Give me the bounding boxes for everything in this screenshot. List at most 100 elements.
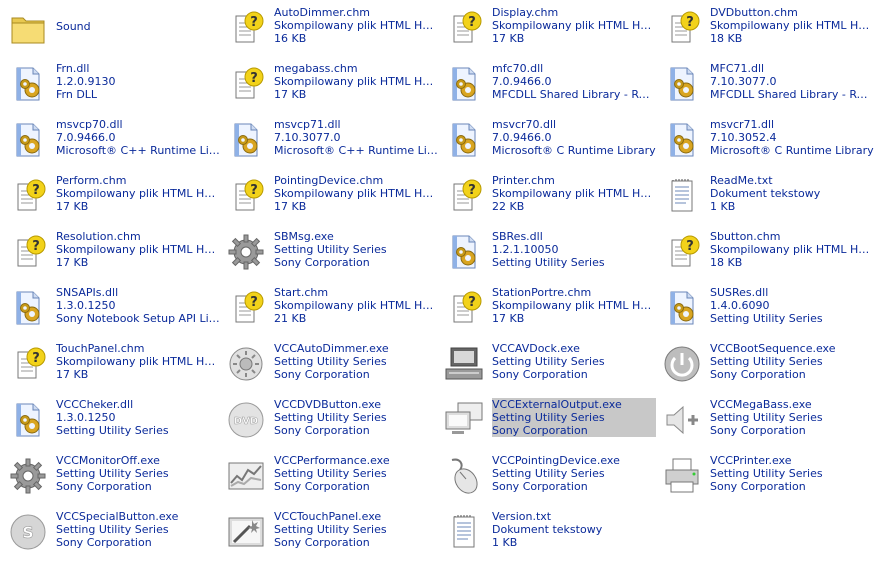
file-label: VCCAVDock.exe Setting Utility Series Sony … [492,342,656,381]
file-type: Skompilowany plik HTML Help [274,19,438,32]
svg-text:?: ? [250,183,258,198]
file-name: SNSAPIs.dll [56,286,119,299]
file-name: VCCDVDButton.exe [274,398,382,411]
file-item[interactable]: Frn.dll 1.2.0.9130 Frn DLL [4,56,220,112]
file-item[interactable]: S VCCSpecialButton.exe Setting Utility Se… [4,504,220,560]
file-name: PointingDevice.chm [274,174,384,187]
chm-help-icon: ? [226,8,266,48]
svg-text:?: ? [250,295,258,310]
svg-text:S: S [22,523,34,542]
file-name: Sbutton.chm [710,230,781,243]
file-label: VCCExternalOutput.exe Setting Utility Ser… [492,398,656,437]
file-type: Skompilowany plik HTML Help [274,299,438,312]
file-name: VCCCheker.dll [56,398,134,411]
chm-help-icon: ? [226,176,266,216]
file-item[interactable]: VCCPerformance.exe Setting Utility Series… [222,448,438,504]
dvd-icon: DVD [226,400,266,440]
file-item[interactable]: SBMsg.exe Setting Utility Series Sony Corp… [222,224,438,280]
file-item[interactable]: ? StationPortre.chm Skompilowany plik HTM… [440,280,656,336]
svg-text:?: ? [250,71,258,86]
file-name: AutoDimmer.chm [274,6,371,19]
file-detail: 18 KB [710,32,743,45]
file-label: VCCSpecialButton.exe Setting Utility Seri… [56,510,220,549]
file-name: SBRes.dll [492,230,543,243]
file-item[interactable]: ? Sbutton.chm Skompilowany plik HTML Help… [658,224,874,280]
svg-text:?: ? [468,15,476,30]
file-item[interactable]: VCCCheker.dll 1.3.0.1250 Setting Utility S… [4,392,220,448]
file-name: VCCAutoDimmer.exe [274,342,389,355]
file-name: msvcp70.dll [56,118,123,131]
file-label: msvcp70.dll 7.0.9466.0 Microsoft® C++ Runt… [56,118,220,157]
file-item[interactable]: msvcp70.dll 7.0.9466.0 Microsoft® C++ Runt… [4,112,220,168]
file-label: VCCCheker.dll 1.3.0.1250 Setting Utility S… [56,398,220,437]
monitor-dock-icon [444,344,484,384]
file-item[interactable]: VCCAVDock.exe Setting Utility Series Sony … [440,336,656,392]
file-type: Skompilowany plik HTML Help [274,75,438,88]
file-detail: 17 KB [56,368,89,381]
file-item[interactable]: VCCPointingDevice.exe Setting Utility Ser… [440,448,656,504]
chm-help-icon: ? [662,232,702,272]
dll-icon [8,120,48,160]
file-item[interactable]: VCCExternalOutput.exe Setting Utility Ser… [440,392,656,448]
file-item[interactable]: DVD VCCDVDButton.exe Setting Utility Seri… [222,392,438,448]
file-label: VCCMegaBass.exe Setting Utility Series Son… [710,398,874,437]
svg-text:?: ? [686,15,694,30]
file-item[interactable]: ? Perform.chm Skompilowany plik HTML Help… [4,168,220,224]
printer-icon [662,456,702,496]
file-item[interactable]: Version.txt Dokument tekstowy 1 KB [440,504,656,560]
file-detail: Frn DLL [56,88,98,101]
file-item[interactable]: VCCAutoDimmer.exe Setting Utility Series S… [222,336,438,392]
file-label: Version.txt Dokument tekstowy 1 KB [492,510,656,549]
file-item[interactable]: VCCBootSequence.exe Setting Utility Serie… [658,336,874,392]
file-item[interactable]: ? DVDbutton.chm Skompilowany plik HTML He… [658,0,874,56]
file-item[interactable]: mfc70.dll 7.0.9466.0 MFCDLL Shared Library… [440,56,656,112]
gear-icon [8,456,48,496]
file-label: msvcr70.dll 7.0.9466.0 Microsoft® C Runtim… [492,118,656,157]
file-name: VCCBootSequence.exe [710,342,836,355]
file-item[interactable]: VCCMonitorOff.exe Setting Utility Series S… [4,448,220,504]
file-item[interactable]: SUSRes.dll 1.4.0.6090 Setting Utility Seri… [658,280,874,336]
svg-text:DVD: DVD [234,416,258,427]
file-detail: 17 KB [492,312,525,325]
file-type: 7.0.9466.0 [492,75,552,88]
file-type: Skompilowany plik HTML Help [710,243,874,256]
file-label: ReadMe.txt Dokument tekstowy 1 KB [710,174,874,213]
file-item[interactable]: ? AutoDimmer.chm Skompilowany plik HTML H… [222,0,438,56]
file-type: Setting Utility Series [274,467,387,480]
file-name: SUSRes.dll [710,286,769,299]
file-item[interactable]: SNSAPIs.dll 1.3.0.1250 Sony Notebook Setup… [4,280,220,336]
file-item[interactable]: SBRes.dll 1.2.1.10050 Setting Utility Seri… [440,224,656,280]
file-item[interactable]: msvcr70.dll 7.0.9466.0 Microsoft® C Runtim… [440,112,656,168]
file-item[interactable]: ? Resolution.chm Skompilowany plik HTML H… [4,224,220,280]
file-type: 7.10.3052.4 [710,131,777,144]
file-item[interactable]: VCCPrinter.exe Setting Utility Series Sony… [658,448,874,504]
file-type: Skompilowany plik HTML Help [56,243,220,256]
file-item[interactable]: VCCTouchPanel.exe Setting Utility Series S… [222,504,438,560]
file-item[interactable]: msvcp71.dll 7.10.3077.0 Microsoft® C++ Run… [222,112,438,168]
file-item[interactable]: Sound [4,0,220,56]
file-item[interactable]: ? Printer.chm Skompilowany plik HTML Help… [440,168,656,224]
file-label: SUSRes.dll 1.4.0.6090 Setting Utility Seri… [710,286,874,325]
file-item[interactable]: VCCMegaBass.exe Setting Utility Series Son… [658,392,874,448]
file-detail: 21 KB [274,312,307,325]
file-item[interactable]: ? Display.chm Skompilowany plik HTML Help… [440,0,656,56]
file-label: Sbutton.chm Skompilowany plik HTML Help 18… [710,230,874,269]
file-item[interactable]: MFC71.dll 7.10.3077.0 MFCDLL Shared Librar… [658,56,874,112]
file-label: Display.chm Skompilowany plik HTML Help 17… [492,6,656,45]
file-item[interactable]: ? megabass.chm Skompilowany plik HTML Hel… [222,56,438,112]
file-item[interactable]: ? PointingDevice.chm Skompilowany plik HT… [222,168,438,224]
file-type: Setting Utility Series [710,467,823,480]
file-type: Skompilowany plik HTML Help [710,19,874,32]
dll-icon [226,120,266,160]
file-item[interactable]: ? TouchPanel.chm Skompilowany plik HTML H… [4,336,220,392]
file-detail: MFCDLL Shared Library - Retai... [492,88,656,101]
file-detail: 18 KB [710,256,743,269]
file-type: Skompilowany plik HTML Help [274,187,438,200]
file-item[interactable]: msvcr71.dll 7.10.3052.4 Microsoft® C Runti… [658,112,874,168]
file-name: Frn.dll [56,62,90,75]
file-item[interactable]: ? Start.chm Skompilowany plik HTML Help 21… [222,280,438,336]
file-type: Setting Utility Series [274,355,387,368]
file-item[interactable]: ReadMe.txt Dokument tekstowy 1 KB [658,168,874,224]
file-label: VCCPointingDevice.exe Setting Utility Ser… [492,454,656,493]
file-detail: 22 KB [492,200,525,213]
